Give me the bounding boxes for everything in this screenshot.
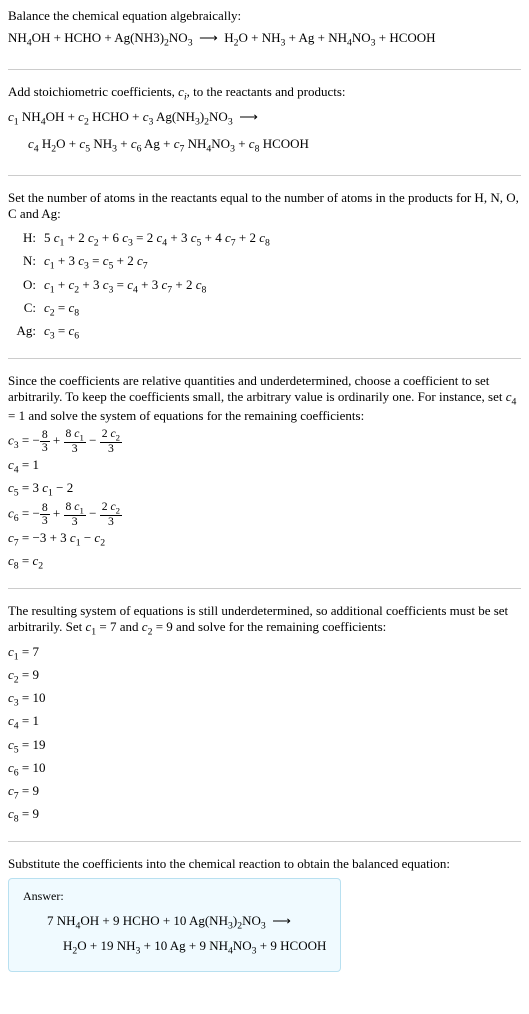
answer-label: Answer: [23, 889, 326, 904]
c2-value: 9 [33, 667, 40, 682]
atom-label-n: N: [8, 251, 44, 271]
coeff-row-c6: c6 = −83 + 8 c13 − 2 c23 [8, 501, 521, 528]
coeff-list-1: c3 = −83 + 8 c13 − 2 c23 c4 = 1 c5 = 3 c… [8, 428, 521, 574]
atom-label-c: C: [8, 298, 44, 318]
coeff-row-c3: c3 = −83 + 8 c13 − 2 c23 [8, 428, 521, 455]
coeff-list-final: c1 = 7 c2 = 9 c3 = 10 c4 = 1 c5 = 19 c6 … [8, 642, 521, 828]
add-coeff-intro: Add stoichiometric coefficients, ci, to … [8, 84, 521, 103]
add-coeff-pre: Add stoichiometric coefficients, [8, 84, 178, 99]
section-atom-equations: Set the number of atoms in the reactants… [8, 190, 521, 359]
atom-label-o: O: [8, 275, 44, 295]
atom-label-h: H: [8, 228, 44, 248]
answer-equation-line2: H2O + 19 NH3 + 10 Ag + 9 NH4NO3 + 9 HCOO… [23, 935, 326, 960]
underdet-intro: Since the coefficients are relative quan… [8, 373, 521, 424]
final-c2: c2 = 9 [8, 665, 521, 688]
c6-value: 10 [33, 760, 46, 775]
underdet-intro-part1: Since the coefficients are relative quan… [8, 373, 506, 404]
c8-value: 9 [33, 806, 40, 821]
final-c8: c8 = 9 [8, 804, 521, 827]
atom-eq-n: c1 + 3 c3 = c5 + 2 c7 [44, 251, 521, 274]
coeff-equation-line2: c4 H2O + c5 NH3 + c6 Ag + c7 NH4NO3 + c8… [8, 134, 521, 157]
atom-equation-table: H: 5 c1 + 2 c2 + 6 c3 = 2 c4 + 3 c5 + 4 … [8, 228, 521, 344]
section-solve-remaining: The resulting system of equations is sti… [8, 603, 521, 842]
coeff-row-c8: c8 = c2 [8, 551, 521, 574]
answer-equation-line1: 7 NH4OH + 9 HCHO + 10 Ag(NH3)2NO3 ⟶ [23, 910, 326, 935]
final-c6: c6 = 10 [8, 758, 521, 781]
solve-intro-and: and [117, 619, 142, 634]
atom-row-c: C: c2 = c8 [8, 298, 521, 321]
c7-value: 9 [33, 783, 40, 798]
answer-intro: Substitute the coefficients into the che… [8, 856, 521, 872]
c5-value: 19 [33, 737, 46, 752]
final-c5: c5 = 19 [8, 735, 521, 758]
atom-label-ag: Ag: [8, 321, 44, 341]
atom-row-h: H: 5 c1 + 2 c2 + 6 c3 = 2 c4 + 3 c5 + 4 … [8, 228, 521, 251]
coeff-row-c5: c5 = 3 c1 − 2 [8, 478, 521, 501]
c4-value: 1 [33, 713, 40, 728]
underdet-intro-part2: and solve the system of equations for th… [25, 408, 364, 423]
answer-box: Answer: 7 NH4OH + 9 HCHO + 10 Ag(NH3)2NO… [8, 878, 341, 971]
atom-eq-o: c1 + c2 + 3 c3 = c4 + 3 c7 + 2 c8 [44, 275, 521, 298]
add-coeff-post: , to the reactants and products: [187, 84, 346, 99]
solve-intro-part2: and solve for the remaining coefficients… [173, 619, 386, 634]
atom-eq-intro: Set the number of atoms in the reactants… [8, 190, 521, 222]
solve-intro: The resulting system of equations is sti… [8, 603, 521, 638]
atom-row-ag: Ag: c3 = c6 [8, 321, 521, 344]
atom-row-o: O: c1 + c2 + 3 c3 = c4 + 3 c7 + 2 c8 [8, 275, 521, 298]
atom-eq-ag: c3 = c6 [44, 321, 521, 344]
section-balance-intro: Balance the chemical equation algebraica… [8, 8, 521, 70]
unbalanced-equation: NH4OH + HCHO + Ag(NH3)2NO3 ⟶ H2O + NH3 +… [8, 28, 521, 51]
final-c7: c7 = 9 [8, 781, 521, 804]
coeff-row-c7: c7 = −3 + 3 c1 − c2 [8, 528, 521, 551]
section-add-coefficients: Add stoichiometric coefficients, ci, to … [8, 84, 521, 176]
final-c1: c1 = 7 [8, 642, 521, 665]
coeff-equation-line1: c1 NH4OH + c2 HCHO + c3 Ag(NH3)2NO3 ⟶ [8, 107, 521, 130]
atom-eq-c: c2 = c8 [44, 298, 521, 321]
section-underdetermined: Since the coefficients are relative quan… [8, 373, 521, 589]
final-c3: c3 = 10 [8, 688, 521, 711]
atom-row-n: N: c1 + 3 c3 = c5 + 2 c7 [8, 251, 521, 274]
atom-eq-h: 5 c1 + 2 c2 + 6 c3 = 2 c4 + 3 c5 + 4 c7 … [44, 228, 521, 251]
section-answer: Substitute the coefficients into the che… [8, 856, 521, 985]
final-c4: c4 = 1 [8, 711, 521, 734]
coeff-row-c4: c4 = 1 [8, 455, 521, 478]
ci-symbol: ci [178, 84, 187, 99]
c3-value: 10 [33, 690, 46, 705]
balance-intro-text: Balance the chemical equation algebraica… [8, 8, 521, 24]
c1-value: 7 [33, 644, 40, 659]
